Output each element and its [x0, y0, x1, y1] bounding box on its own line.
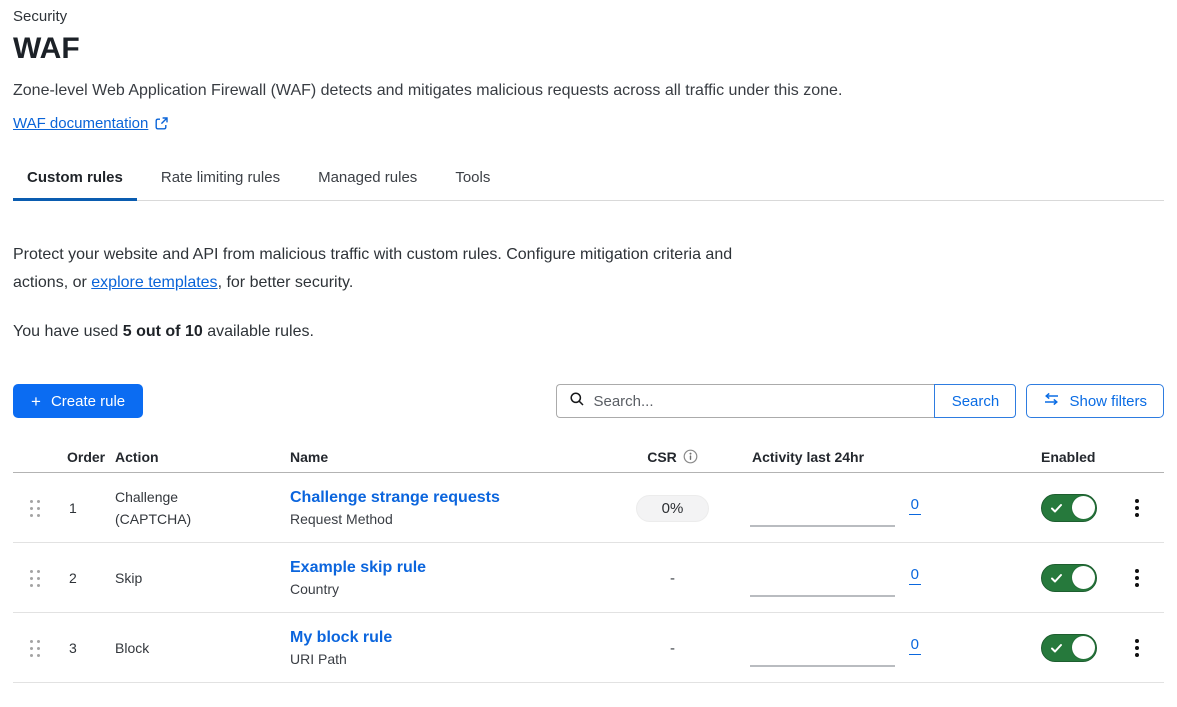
table-header-row: Order Action Name CSR Activity last 24hr… [13, 441, 1164, 473]
enabled-toggle[interactable] [1041, 494, 1097, 522]
rule-order: 2 [57, 570, 115, 586]
enabled-toggle[interactable] [1041, 634, 1097, 662]
header-action: Action [115, 449, 290, 465]
table-row: 2 Skip Example skip rule Country - 0 [13, 543, 1164, 613]
rule-action: Challenge (CAPTCHA) [115, 486, 223, 530]
rule-expression: URI Path [290, 651, 620, 667]
table-row: 3 Block My block rule URI Path - 0 [13, 613, 1164, 683]
plus-icon: + [31, 393, 41, 410]
search-input[interactable] [593, 393, 893, 410]
create-rule-button[interactable]: + Create rule [13, 384, 143, 418]
rule-action: Block [115, 637, 223, 659]
search-group: Search [556, 384, 1016, 418]
search-input-wrap [556, 384, 934, 418]
page-title: WAF [13, 32, 1164, 66]
intro-text-after: , for better security. [218, 274, 354, 291]
header-order: Order [57, 449, 115, 465]
waf-tabs: Custom rules Rate limiting rules Managed… [13, 163, 1164, 201]
check-icon [1050, 572, 1063, 585]
check-icon [1050, 642, 1063, 655]
rule-order: 3 [57, 640, 115, 656]
header-csr: CSR [647, 449, 677, 465]
activity-sparkline [750, 525, 895, 527]
tab-tools[interactable]: Tools [441, 163, 504, 201]
activity-sparkline [750, 665, 895, 667]
waf-page: Security WAF Zone-level Web Application … [0, 0, 1177, 683]
header-enabled: Enabled [1025, 449, 1109, 465]
row-menu-button[interactable] [1131, 495, 1143, 521]
row-menu-button[interactable] [1131, 565, 1143, 591]
usage-after: available rules. [203, 323, 314, 340]
breadcrumb-security: Security [13, 8, 1164, 25]
activity-count-link[interactable]: 0 [909, 566, 921, 585]
tab-custom-rules[interactable]: Custom rules [13, 163, 137, 201]
check-icon [1050, 502, 1063, 515]
csr-value: - [670, 570, 675, 587]
search-button[interactable]: Search [934, 384, 1016, 418]
rule-action: Skip [115, 567, 223, 589]
csr-info-icon[interactable] [683, 449, 698, 464]
rule-order: 1 [57, 500, 115, 516]
drag-handle-icon[interactable] [30, 640, 40, 657]
create-rule-label: Create rule [51, 393, 125, 410]
rule-name-link[interactable]: Example skip rule [290, 559, 620, 577]
usage-summary: You have used 5 out of 10 available rule… [13, 323, 1164, 341]
show-filters-button[interactable]: Show filters [1026, 384, 1164, 418]
drag-handle-icon[interactable] [30, 500, 40, 517]
explore-templates-link[interactable]: explore templates [91, 274, 217, 291]
show-filters-label: Show filters [1069, 393, 1147, 410]
rule-name-link[interactable]: My block rule [290, 629, 620, 647]
enabled-toggle[interactable] [1041, 564, 1097, 592]
rule-expression: Country [290, 581, 620, 597]
csr-value: - [670, 640, 675, 657]
intro-paragraph: Protect your website and API from malici… [13, 241, 755, 297]
header-name: Name [290, 449, 620, 465]
rules-toolbar: + Create rule Search [13, 384, 1164, 418]
usage-count: 5 out of 10 [123, 323, 203, 340]
activity-count-link[interactable]: 0 [909, 636, 921, 655]
csr-badge: 0% [636, 495, 709, 522]
table-row: 1 Challenge (CAPTCHA) Challenge strange … [13, 473, 1164, 543]
activity-sparkline [750, 595, 895, 597]
tab-rate-limiting-rules[interactable]: Rate limiting rules [147, 163, 294, 201]
header-activity: Activity last 24hr [725, 449, 945, 465]
waf-documentation-link[interactable]: WAF documentation [13, 115, 148, 132]
tab-managed-rules[interactable]: Managed rules [304, 163, 431, 201]
usage-before: You have used [13, 323, 123, 340]
swap-arrows-icon [1043, 392, 1060, 410]
activity-count-link[interactable]: 0 [909, 496, 921, 515]
rule-expression: Request Method [290, 511, 620, 527]
custom-rules-table: Order Action Name CSR Activity last 24hr… [13, 441, 1164, 683]
row-menu-button[interactable] [1131, 635, 1143, 661]
drag-handle-icon[interactable] [30, 570, 40, 587]
page-description: Zone-level Web Application Firewall (WAF… [13, 82, 1164, 100]
search-icon [569, 391, 585, 412]
rule-name-link[interactable]: Challenge strange requests [290, 489, 620, 507]
external-link-icon [154, 116, 169, 131]
